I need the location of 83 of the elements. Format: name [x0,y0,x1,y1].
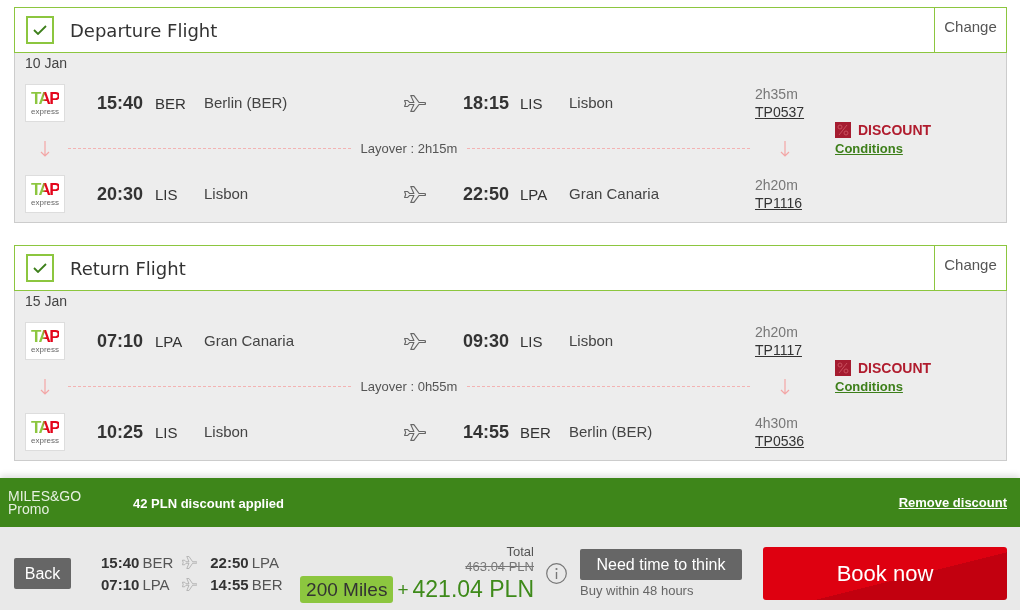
checkbox[interactable] [26,16,54,44]
percent-icon [835,121,851,138]
flight-duration: 2h20m [755,323,798,341]
arrival-time: 09:30 [463,330,511,352]
flight-duration: 2h35m [755,85,798,103]
airplane-icon [404,332,426,350]
city-name: Gran Canaria [569,185,660,202]
departure-time: 15:40 [97,92,145,114]
old-price: 463.04 PLN [465,559,534,574]
airport-code: LIS [155,185,179,203]
arrival-time: 14:55 [210,576,249,593]
airplane-icon [181,578,198,591]
check-icon [33,263,47,273]
airport-code: LPA [142,576,170,593]
flight-number-link[interactable]: TP1117 [755,341,802,359]
flight-number-link[interactable]: TP1116 [755,194,802,212]
airport-code: BER [155,94,187,112]
arrival-time: 22:50 [463,183,511,205]
airport-code: LIS [520,332,544,350]
airport-code: BER [520,423,552,441]
flight-title: Return Flight [70,257,187,279]
hold-note: Buy within 48 hours [580,583,694,598]
flight-number-link[interactable]: TP0537 [755,103,805,121]
airplane-icon [404,94,426,112]
airline-logo: TAP express [25,413,65,451]
arrow-down-icon [40,140,50,157]
city-name: Berlin (BER) [204,94,288,111]
airport-code: LIS [520,94,544,112]
need-time-button[interactable]: Need time to think [580,549,742,580]
miles-badge: 200 Miles [300,576,394,603]
info-icon[interactable] [546,563,567,584]
departure-time: 07:10 [101,576,140,593]
city-name: Lisbon [204,423,249,440]
book-now-button[interactable]: Book now [763,547,1007,600]
layover-text: Layover : 2h15m [359,141,459,156]
airport-code: BER [251,576,283,593]
airport-code: LPA [251,554,279,571]
arrow-down-icon [780,140,790,157]
flight-duration: 2h20m [755,176,798,194]
back-button[interactable]: Back [14,558,71,589]
promo-logo: MILES&GO Promo [8,489,82,516]
departure-time: 07:10 [97,330,145,352]
departure-time: 20:30 [97,183,145,205]
discount-message: 42 PLN discount applied [133,495,284,511]
total-label: Total [506,544,534,559]
city-name: Lisbon [569,94,614,111]
airplane-icon [181,556,198,569]
city-name: Gran Canaria [204,332,295,349]
date-text: 10 Jan [25,54,68,73]
airport-code: BER [142,554,174,571]
conditions-link[interactable]: Conditions [835,140,903,156]
airline-logo: TAP express [25,175,65,213]
airplane-icon [404,185,426,203]
flight-title: Departure Flight [70,19,219,41]
arrival-time: 14:55 [463,421,511,443]
discount-label: DISCOUNT [858,359,932,376]
layover-text: Layover : 0h55m [359,379,459,394]
discount-label: DISCOUNT [858,121,932,138]
flight-duration: 4h30m [755,414,798,432]
arrow-down-icon [40,378,50,395]
airplane-icon [404,423,426,441]
airline-logo: TAP express [25,322,65,360]
city-name: Lisbon [569,332,614,349]
checkbox[interactable] [26,254,54,282]
total-price: 421.04 PLN [412,576,534,603]
plus-sign: + [397,578,409,601]
check-icon [33,25,47,35]
city-name: Berlin (BER) [569,423,653,440]
arrival-time: 22:50 [210,554,249,571]
airport-code: LPA [520,185,549,203]
percent-icon [835,359,851,376]
date-text: 15 Jan [25,292,68,311]
departure-time: 10:25 [97,421,145,443]
airport-code: LPA [155,332,184,350]
conditions-link[interactable]: Conditions [835,378,903,394]
arrow-down-icon [780,378,790,395]
flight-number-link[interactable]: TP0536 [755,432,805,450]
departure-time: 15:40 [101,554,140,571]
airline-logo: TAP express [25,84,65,122]
airport-code: LIS [155,423,179,441]
arrival-time: 18:15 [463,92,511,114]
city-name: Lisbon [204,185,249,202]
remove-discount-link[interactable]: Remove discount [898,495,1007,510]
